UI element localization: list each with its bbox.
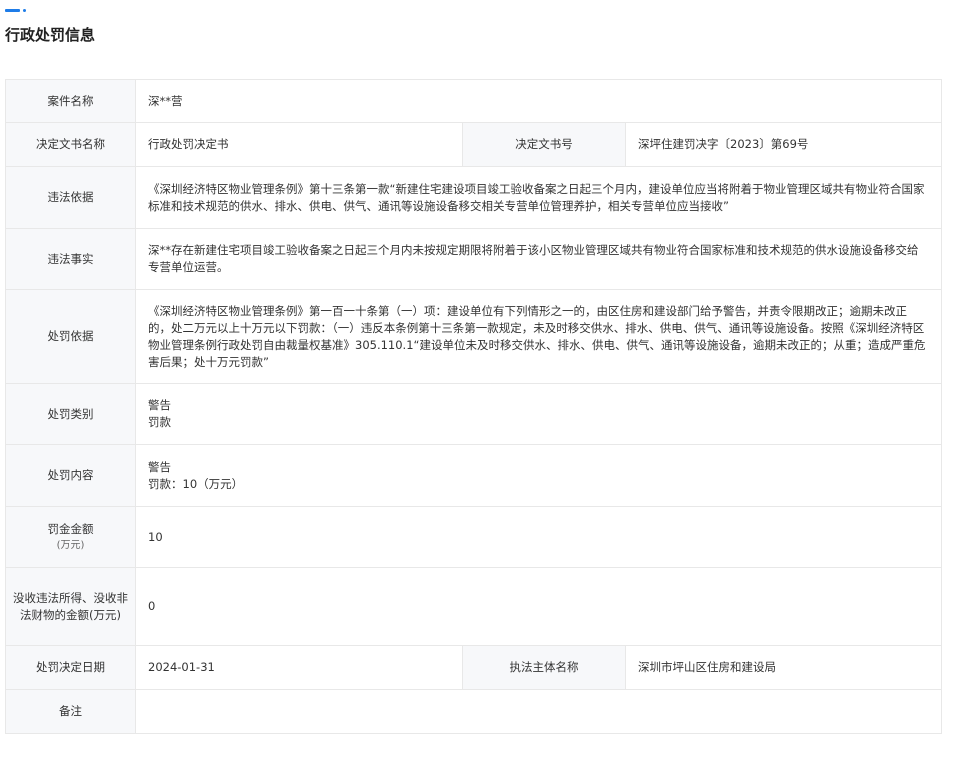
row-penalty-content: 处罚内容 警告 罚款：10（万元） (5, 444, 943, 507)
confiscation-value: 0 (134, 567, 943, 646)
case-name-value: 深**营 (134, 79, 943, 123)
case-name-label: 案件名称 (5, 79, 136, 123)
violation-facts-value: 深**存在新建住宅项目竣工验收备案之日起三个月内未按规定期限将附着于该小区物业管… (134, 228, 943, 290)
penalty-category-line-1: 警告 (148, 398, 171, 412)
section-title: 行政处罚信息 (5, 26, 96, 44)
penalty-content-value: 警告 罚款：10（万元） (134, 444, 943, 507)
penalty-content-line-2: 罚款：10（万元） (148, 476, 244, 491)
decision-date-value: 2024-01-31 (135, 645, 463, 690)
decision-doc-number-label: 决定文书号 (462, 122, 626, 167)
remarks-value (134, 689, 943, 734)
decision-date-label: 处罚决定日期 (5, 645, 136, 690)
penalty-content-label: 处罚内容 (5, 444, 136, 507)
decision-doc-name-value: 行政处罚决定书 (135, 122, 463, 167)
row-violation-basis: 违法依据 《深圳经济特区物业管理条例》第十三条第一款“新建住宅建设项目竣工验收备… (5, 166, 943, 229)
penalty-basis-label: 处罚依据 (5, 289, 136, 384)
penalty-basis-value: 《深圳经济特区物业管理条例》第一百一十条第（一）项：建设单位有下列情形之一的，由… (134, 289, 943, 384)
penalty-category-label: 处罚类别 (5, 383, 136, 445)
decision-doc-number-value: 深坪住建罚决字〔2023〕第69号 (624, 122, 943, 167)
violation-facts-label: 违法事实 (5, 228, 136, 290)
enforcement-body-label: 执法主体名称 (462, 645, 626, 690)
remarks-label: 备注 (5, 689, 136, 734)
accent-bar (5, 9, 20, 12)
fine-amount-unit: (万元) (56, 540, 85, 551)
row-violation-facts: 违法事实 深**存在新建住宅项目竣工验收备案之日起三个月内未按规定期限将附着于该… (5, 228, 943, 290)
penalty-content-line-1: 警告 (148, 459, 171, 474)
confiscation-label: 没收违法所得、没收非法财物的金额(万元) (5, 567, 136, 646)
decision-doc-name-label: 决定文书名称 (5, 122, 136, 167)
accent-dot (23, 9, 26, 12)
penalty-info-table: 案件名称 深**营 决定文书名称 行政处罚决定书 决定文书号 深坪住建罚决字〔2… (5, 79, 943, 734)
violation-basis-label: 违法依据 (5, 166, 136, 229)
fine-amount-label: 罚金金额 (万元) (5, 506, 136, 568)
violation-basis-value: 《深圳经济特区物业管理条例》第十三条第一款“新建住宅建设项目竣工验收备案之日起三… (134, 166, 943, 229)
fine-amount-value: 10 (134, 506, 943, 568)
row-fine-amount: 罚金金额 (万元) 10 (5, 506, 943, 568)
row-decision-doc: 决定文书名称 行政处罚决定书 决定文书号 深坪住建罚决字〔2023〕第69号 (5, 122, 943, 167)
penalty-category-line-2: 罚款 (148, 415, 171, 429)
penalty-category-value: 警告 罚款 (134, 383, 943, 445)
row-penalty-basis: 处罚依据 《深圳经济特区物业管理条例》第一百一十条第（一）项：建设单位有下列情形… (5, 289, 943, 384)
enforcement-body-value: 深圳市坪山区住房和建设局 (624, 645, 943, 690)
row-remarks: 备注 (5, 689, 943, 734)
row-confiscation: 没收违法所得、没收非法财物的金额(万元) 0 (5, 567, 943, 646)
section-accent-icon (5, 9, 27, 12)
row-case-name: 案件名称 深**营 (5, 79, 943, 123)
row-decision-date: 处罚决定日期 2024-01-31 执法主体名称 深圳市坪山区住房和建设局 (5, 645, 943, 690)
fine-amount-label-text: 罚金金额 (47, 522, 94, 536)
row-penalty-category: 处罚类别 警告 罚款 (5, 383, 943, 445)
